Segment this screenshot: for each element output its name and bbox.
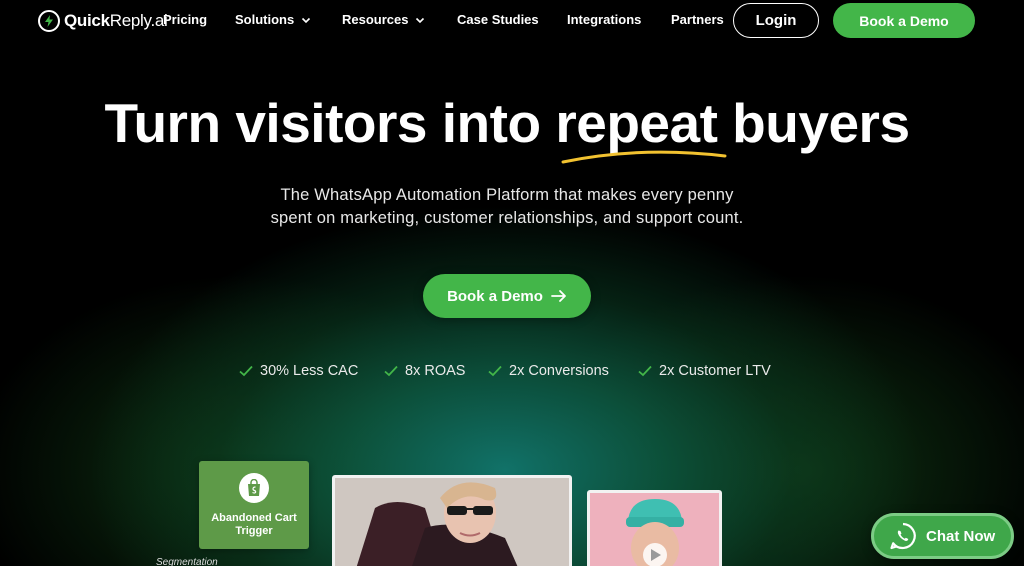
landing-page: QuickReply.ai Pricing Solutions Resource… <box>0 0 1024 566</box>
logo-mark-icon <box>38 10 60 32</box>
book-demo-nav-button[interactable]: Book a Demo <box>833 3 975 38</box>
chat-now-button[interactable]: Chat Now <box>871 513 1014 559</box>
nav-item-integrations[interactable]: Integrations <box>567 12 641 27</box>
abandoned-cart-trigger-card: Abandoned Cart Trigger <box>199 461 309 549</box>
check-icon <box>488 365 502 377</box>
video-thumbnail-image <box>590 493 719 566</box>
hero-subtext-line-2: spent on marketing, customer relationshi… <box>270 209 744 227</box>
login-button[interactable]: Login <box>733 3 819 38</box>
fashion-photo-card <box>332 475 572 566</box>
login-button-label: Login <box>755 12 797 29</box>
nav-item-label: Resources <box>342 12 409 27</box>
benefit-label: 8x ROAS <box>405 363 466 379</box>
hero-subtext: The WhatsApp Automation Platform that ma… <box>0 184 1014 230</box>
trigger-label: Abandoned Cart Trigger <box>199 512 309 538</box>
nav-item-partners[interactable]: Partners <box>671 12 724 27</box>
hero-subtext-line-1: The WhatsApp Automation Platform that ma… <box>280 186 734 204</box>
shopify-bag-icon <box>239 473 269 503</box>
whatsapp-icon <box>890 522 916 550</box>
model-photo-image <box>335 478 569 566</box>
nav-item-label: Case Studies <box>457 12 539 27</box>
book-demo-nav-label: Book a Demo <box>859 12 949 29</box>
benefit-label: 30% Less CAC <box>260 363 359 379</box>
benefit-item: 30% Less CAC <box>239 363 358 379</box>
nav-item-resources[interactable]: Resources <box>342 12 425 27</box>
logo[interactable]: QuickReply.ai <box>38 9 168 33</box>
nav-item-label: Solutions <box>235 12 295 27</box>
top-nav: QuickReply.ai Pricing Solutions Resource… <box>0 0 1024 44</box>
logo-text: QuickReply.ai <box>64 11 168 31</box>
logo-text-thin: Reply.ai <box>109 11 168 30</box>
logo-text-bold: Quick <box>64 11 110 30</box>
chevron-down-icon <box>302 17 311 23</box>
nav-item-case-studies[interactable]: Case Studies <box>457 12 539 27</box>
chat-now-label: Chat Now <box>926 527 996 545</box>
book-demo-hero-button[interactable]: Book a Demo <box>423 274 591 318</box>
benefit-label: 2x Customer LTV <box>659 363 771 379</box>
check-icon <box>638 365 652 377</box>
chevron-down-icon <box>416 17 425 23</box>
nav-item-label: Partners <box>671 12 724 27</box>
beauty-video-card <box>587 490 722 566</box>
check-icon <box>239 365 253 377</box>
trigger-label-line-2: Trigger <box>235 525 273 537</box>
nav-item-label: Integrations <box>567 12 642 27</box>
benefit-item: 2x Conversions <box>488 363 609 379</box>
benefit-item: 2x Customer LTV <box>638 363 771 379</box>
trigger-label-line-1: Abandoned Cart <box>211 512 297 524</box>
benefit-item: 8x ROAS <box>384 363 465 379</box>
arrow-right-icon <box>551 290 566 302</box>
nav-item-label: Pricing <box>163 12 208 27</box>
segmentation-label: Segmentation <box>156 557 218 566</box>
nav-item-solutions[interactable]: Solutions <box>235 12 311 27</box>
benefits-list: 30% Less CAC 8x ROAS 2x Conversions 2x C… <box>0 363 1024 383</box>
benefit-label: 2x Conversions <box>509 363 609 379</box>
underline-swoosh-icon <box>561 150 727 164</box>
hero-headline: Turn visitors into repeat buyers <box>104 92 910 154</box>
check-icon <box>384 365 398 377</box>
nav-item-pricing[interactable]: Pricing <box>163 12 207 27</box>
book-demo-hero-label: Book a Demo <box>447 287 543 305</box>
